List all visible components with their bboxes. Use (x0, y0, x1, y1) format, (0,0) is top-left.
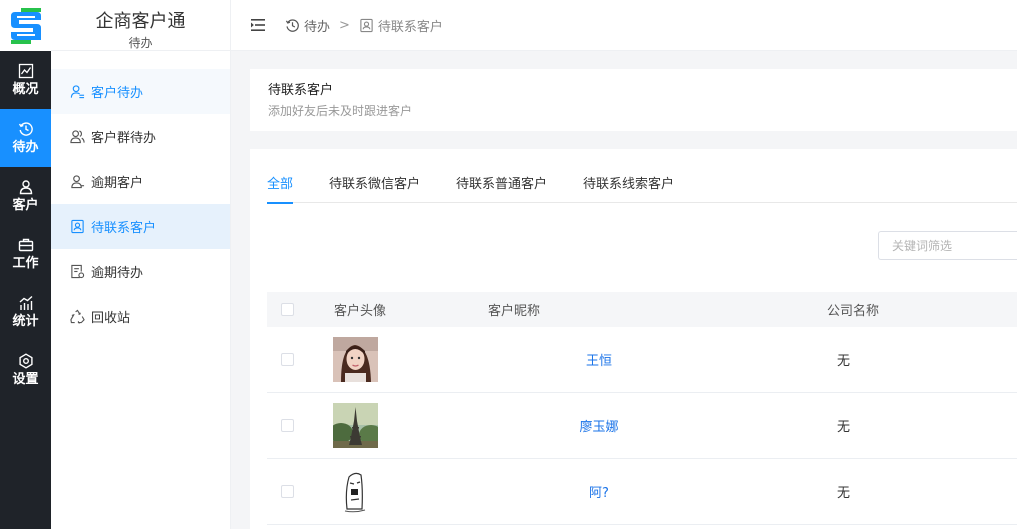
avatar[interactable] (333, 337, 378, 382)
select-all-checkbox[interactable] (280, 303, 294, 316)
rail-item-label: 待办 (12, 139, 39, 155)
breadcrumb-separator: > (339, 17, 350, 33)
page-title: 待联系客户 (268, 83, 334, 98)
rail-item-stats[interactable]: 统计 (0, 283, 51, 341)
row-checkbox[interactable] (280, 485, 294, 498)
breadcrumb-item-current: 待联系客户 (377, 19, 443, 35)
rail-item-overview[interactable]: 概况 (0, 51, 51, 109)
header-nickname: 客户昵称 (487, 304, 540, 319)
table-header: 客户头像 客户昵称 公司名称 (267, 292, 1017, 327)
company-name: 无 (837, 354, 851, 369)
tab-all[interactable]: 全部 (267, 171, 294, 204)
briefcase-icon (18, 238, 33, 251)
clock-icon (285, 18, 299, 32)
sidebar-item-label: 客户待办 (91, 86, 144, 101)
stats-icon (19, 295, 32, 310)
row-checkbox[interactable] (280, 419, 294, 432)
company-name: 无 (837, 420, 851, 435)
rail-item-todo[interactable]: 待办 (0, 109, 51, 167)
sidebar-item-pending-contact[interactable]: 待联系客户 (51, 204, 230, 249)
user-overdue-icon (71, 175, 85, 189)
sidebar-header: 企商客户通 待办 (51, 0, 230, 51)
header-avatar: 客户头像 (334, 304, 387, 319)
contact-card-icon (71, 219, 84, 234)
clock-icon (18, 121, 33, 136)
rail-item-label: 概况 (12, 81, 39, 97)
content-card: 全部 待联系微信客户 待联系普通客户 待联系线索客户 客户头像 客户昵称 公司名… (250, 149, 1017, 529)
sidebar-item-overdue-todo[interactable]: 逾期待办 (51, 249, 230, 294)
sidebar-item-label: 逾期待办 (91, 266, 144, 281)
sidebar-item-group-todo[interactable]: 客户群待办 (51, 114, 230, 159)
sidebar-item-overdue-customer[interactable]: 逾期客户 (51, 159, 230, 204)
sidebar-item-label: 逾期客户 (91, 176, 144, 191)
app-title: 企商客户通 (95, 11, 186, 32)
top-header: 待办 > 待联系客户 (231, 0, 1017, 51)
page-description: 添加好友后未及时跟进客户 (268, 104, 413, 118)
customer-nickname[interactable]: 阿? (589, 486, 609, 501)
avatar[interactable] (333, 403, 378, 448)
gear-icon (18, 352, 33, 369)
tab-bar: 全部 待联系微信客户 待联系普通客户 待联系线索客户 (267, 171, 1017, 204)
breadcrumb: 待办 > 待联系客户 (285, 16, 443, 35)
rail-item-label: 客户 (12, 197, 39, 213)
sidebar-item-customer-todo[interactable]: 客户待办 (51, 69, 230, 114)
sidebar-item-label: 待联系客户 (91, 221, 157, 236)
customer-table: 客户头像 客户昵称 公司名称 王恒 无 廖玉娜 无 阿? 无 (267, 292, 1017, 525)
rail-item-work[interactable]: 工作 (0, 225, 51, 283)
user-icon (19, 179, 32, 194)
customer-nickname[interactable]: 廖玉娜 (579, 420, 618, 435)
app-subtitle: 待办 (128, 36, 153, 50)
avatar[interactable] (333, 469, 378, 514)
main-rail: 概况 待办 客户 工作 统计 设置 (0, 0, 51, 529)
customer-nickname[interactable]: 王恒 (586, 354, 612, 369)
rail-item-label: 统计 (12, 313, 39, 329)
tab-wechat-customers[interactable]: 待联系微信客户 (329, 171, 420, 203)
document-icon (71, 264, 85, 279)
recycle-icon (70, 309, 85, 324)
tab-normal-customers[interactable]: 待联系普通客户 (456, 171, 547, 203)
breadcrumb-item-todo[interactable]: 待办 (304, 16, 330, 35)
header-company: 公司名称 (827, 304, 880, 319)
row-checkbox[interactable] (280, 353, 294, 366)
table-row: 阿? 无 (267, 459, 1017, 525)
chart-icon (18, 63, 33, 78)
rail-item-label: 工作 (12, 255, 39, 271)
table-row: 廖玉娜 无 (267, 393, 1017, 459)
logo-icon (10, 7, 41, 44)
tab-lead-customers[interactable]: 待联系线索客户 (583, 171, 674, 203)
rail-item-customer[interactable]: 客户 (0, 167, 51, 225)
menu-collapse-icon[interactable] (251, 19, 265, 31)
sub-sidebar: 企商客户通 待办 客户待办 客户群待办 逾期客户 待联系客户 逾期待办 回收站 (51, 0, 231, 529)
group-icon (70, 130, 85, 144)
user-todo-icon (70, 85, 85, 99)
keyword-search-input[interactable] (878, 231, 1017, 260)
rail-item-label: 设置 (12, 371, 39, 387)
contact-card-icon (360, 18, 373, 32)
sidebar-item-label: 客户群待办 (91, 131, 157, 146)
page-header-card: 待联系客户 添加好友后未及时跟进客户 (250, 69, 1017, 131)
sidebar-item-recycle-bin[interactable]: 回收站 (51, 294, 230, 339)
sidebar-item-label: 回收站 (91, 311, 131, 326)
rail-item-settings[interactable]: 设置 (0, 341, 51, 399)
app-logo[interactable] (0, 0, 51, 51)
table-row: 王恒 无 (267, 327, 1017, 393)
company-name: 无 (837, 486, 851, 501)
